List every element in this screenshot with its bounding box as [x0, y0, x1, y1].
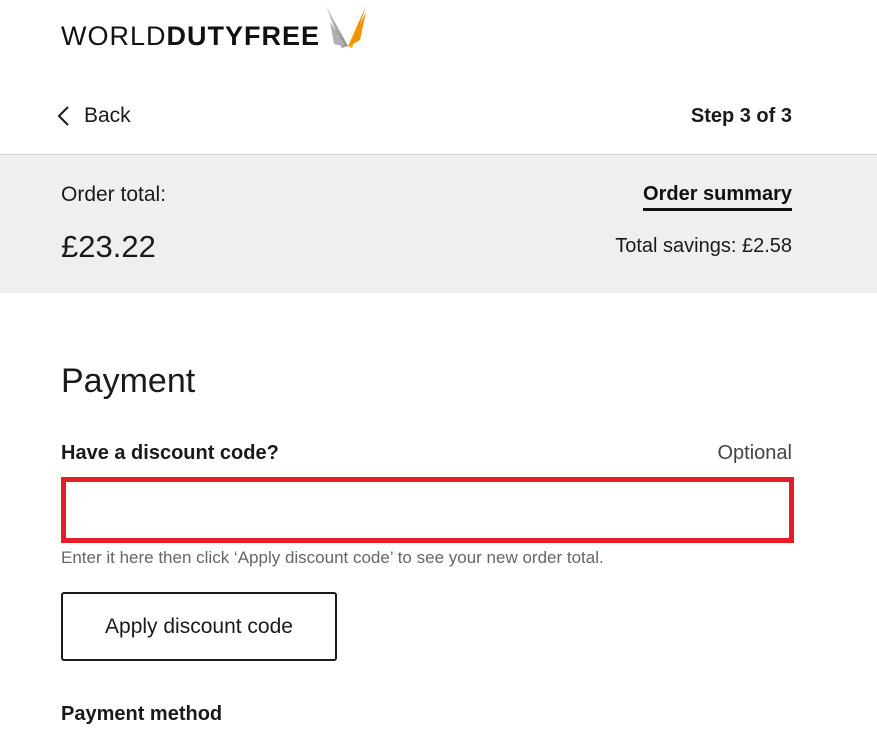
step-indicator: Step 3 of 3 [690, 104, 792, 127]
payment-method-heading: Payment method [61, 703, 223, 725]
logo-text-dutyfree: DUTYFREE [166, 21, 321, 51]
checkout-nav-row: Back Step 3 of 3 [56, 97, 792, 135]
order-summary-band: Order total: £23.22 Order summary Total … [0, 154, 877, 293]
site-logo[interactable]: WORLDDUTYFREE [61, 4, 370, 52]
chevron-left-icon [57, 106, 69, 126]
order-summary-link[interactable]: Order summary [643, 183, 792, 211]
discount-label-row: Have a discount code? Optional [61, 442, 792, 465]
back-link[interactable]: Back [56, 104, 131, 128]
order-total-label: Order total: [61, 183, 167, 206]
discount-code-label: Have a discount code? [61, 442, 279, 464]
butterfly-logo-icon [326, 6, 367, 48]
order-total-value: £23.22 [61, 229, 156, 264]
logo-text-world: WORLD [61, 21, 167, 51]
discount-code-input[interactable] [61, 477, 794, 543]
optional-label: Optional [717, 442, 793, 464]
apply-discount-button[interactable]: Apply discount code [61, 592, 337, 661]
total-savings: Total savings: £2.58 [615, 235, 792, 257]
logo-wordmark: WORLDDUTYFREE [61, 23, 320, 52]
payment-heading: Payment [61, 362, 196, 400]
back-label: Back [84, 104, 131, 127]
discount-hint: Enter it here then click ‘Apply discount… [61, 548, 604, 567]
